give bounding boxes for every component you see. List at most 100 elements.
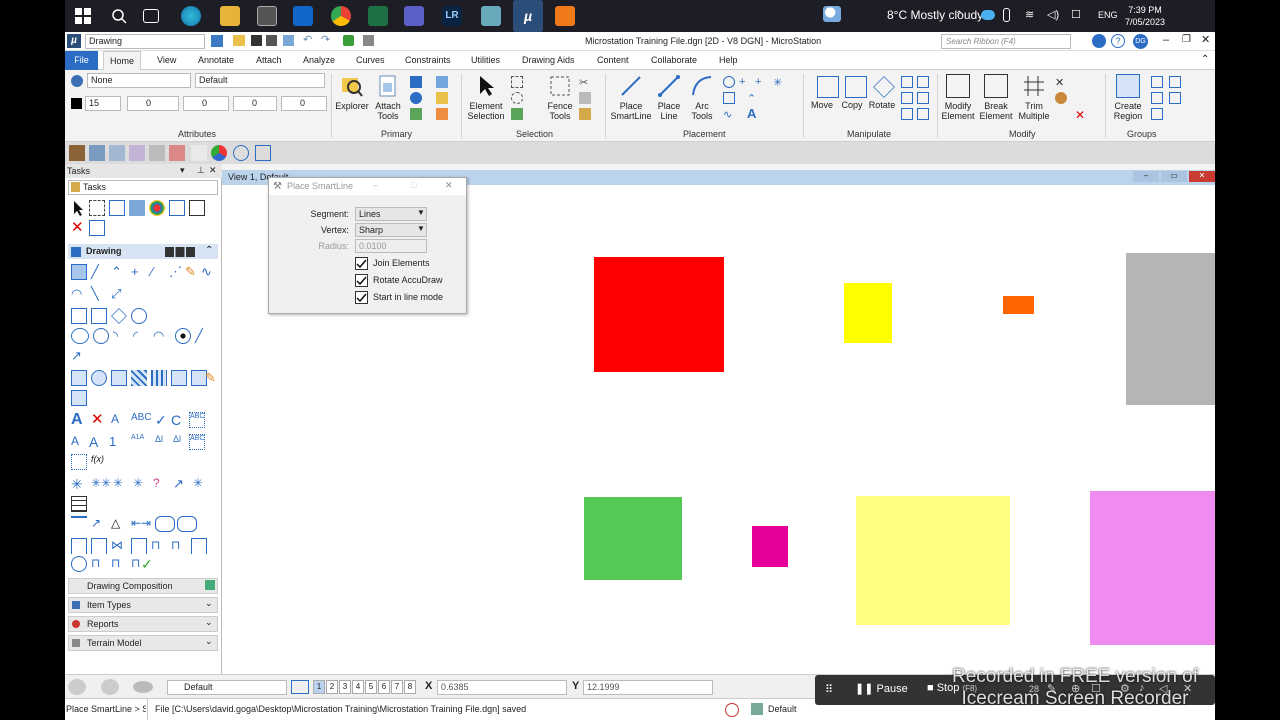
volume-icon[interactable]: ◁) xyxy=(1047,8,1061,22)
text-delete-tool-icon[interactable]: ✕ xyxy=(91,412,107,428)
dimension-triangle-tool-icon[interactable]: △ xyxy=(111,516,127,532)
pin-icon[interactable] xyxy=(343,35,354,46)
table-tool-icon[interactable] xyxy=(71,496,87,512)
dimension-stack-tool-icon[interactable]: ⋈ xyxy=(111,538,127,554)
view-button-1[interactable]: 1 xyxy=(313,680,325,694)
help-icon[interactable]: ? xyxy=(1111,34,1125,48)
drawing-task-header[interactable]: Drawing xyxy=(68,244,218,259)
battery-icon[interactable] xyxy=(1003,8,1010,22)
half-ellipse-tool-icon[interactable]: ◠ xyxy=(153,328,169,344)
cloud-icon[interactable] xyxy=(233,145,249,161)
section-drawing-composition[interactable]: Drawing Composition xyxy=(68,578,218,594)
edit-pattern-tool-icon[interactable]: ✎ xyxy=(205,370,221,386)
transparency-combo[interactable]: 0 xyxy=(233,96,277,111)
align-icon[interactable] xyxy=(917,92,929,104)
pattern-tool-icon[interactable] xyxy=(151,370,167,386)
teams-icon[interactable] xyxy=(404,6,424,26)
user-avatar[interactable]: DG xyxy=(1133,34,1148,49)
array-icon[interactable] xyxy=(917,76,929,88)
notification-bell-icon[interactable] xyxy=(1092,34,1106,48)
color-swatch-icon[interactable] xyxy=(71,98,82,109)
element-selection-tool-icon[interactable] xyxy=(71,200,87,216)
dimension-reassociate-tool-icon[interactable]: ⊓ xyxy=(91,556,107,572)
references-icon[interactable] xyxy=(436,76,448,88)
workflow-selector[interactable]: Drawing xyxy=(85,34,205,49)
dimension-arc-tool-icon[interactable]: ⊓ xyxy=(171,538,187,554)
multipoint-icon[interactable]: + xyxy=(755,76,767,88)
text-icon[interactable]: A xyxy=(747,106,759,121)
close-panel-icon[interactable]: ✕ xyxy=(209,165,217,176)
excel-icon[interactable] xyxy=(368,6,388,26)
ungroup-icon[interactable] xyxy=(1169,76,1181,88)
smartline-tool-icon[interactable] xyxy=(71,264,87,280)
check-spelling-tool-icon[interactable]: ✓ xyxy=(155,412,171,428)
wave-tool-icon[interactable]: ∿ xyxy=(201,264,217,280)
pin-panel-icon[interactable]: ⊥ xyxy=(197,165,205,176)
search-icon[interactable] xyxy=(109,6,129,26)
quarter-ellipse-tool-icon[interactable]: ╱ xyxy=(195,328,211,344)
scale-icon[interactable] xyxy=(901,76,913,88)
view-button-5[interactable]: 5 xyxy=(365,680,377,694)
priority-combo[interactable]: 0 xyxy=(281,96,327,111)
fill-icon[interactable] xyxy=(191,145,207,161)
join-elements-checkbox[interactable] xyxy=(355,257,368,270)
multiline-tool-icon[interactable]: ⌃ xyxy=(111,264,127,280)
tab-file[interactable]: File xyxy=(65,51,98,70)
measure-tool-icon[interactable] xyxy=(129,200,145,216)
file-explorer-icon[interactable] xyxy=(220,6,240,26)
dimension-baseline-tool-icon[interactable] xyxy=(191,538,207,554)
break-element-button[interactable]: Break Element xyxy=(979,74,1013,121)
tab-curves[interactable]: Curves xyxy=(356,55,385,65)
modify-arc-radius-tool-icon[interactable] xyxy=(175,328,191,344)
place-text-tool-icon[interactable]: A xyxy=(71,412,87,428)
radius-input[interactable]: 0.0100 xyxy=(355,239,427,253)
place-smartline-button[interactable]: Place SmartLine xyxy=(609,74,653,121)
move-button[interactable]: Move xyxy=(807,100,837,110)
view-button-8[interactable]: 8 xyxy=(404,680,416,694)
dialog-close-button[interactable]: ✕ xyxy=(445,180,453,191)
windows-start-icon[interactable] xyxy=(73,6,93,26)
language-indicator[interactable]: ENG xyxy=(1098,10,1118,20)
dialog-maximize-button[interactable]: □ xyxy=(411,180,416,190)
dimension-chain-tool-icon[interactable] xyxy=(91,538,107,554)
cell-move-tool-icon[interactable]: ↗ xyxy=(173,476,189,492)
tasks-icon[interactable] xyxy=(410,108,422,120)
copy-clipboard-icon[interactable] xyxy=(579,92,591,104)
magenta-square[interactable] xyxy=(752,526,788,567)
save-icon[interactable] xyxy=(251,35,262,46)
weather-text[interactable]: 8°C Mostly cloudy xyxy=(887,8,983,22)
block-tool-icon[interactable] xyxy=(71,308,87,324)
cell-array-tool-icon[interactable]: ✳✳ xyxy=(91,476,111,492)
select-all-icon[interactable] xyxy=(511,76,523,88)
cell-icon[interactable]: ✳ xyxy=(773,76,785,89)
view-button-2[interactable]: 2 xyxy=(326,680,338,694)
text-path-tool-icon[interactable]: A xyxy=(111,412,127,428)
curve-icon[interactable]: ∿ xyxy=(723,108,735,121)
views-icon[interactable] xyxy=(133,681,153,693)
view-mode-icons[interactable] xyxy=(165,247,195,257)
rotate-accudraw-checkbox[interactable] xyxy=(355,274,368,287)
chevron-down-icon[interactable]: ▾ xyxy=(180,165,185,176)
rectangle-icon[interactable] xyxy=(723,92,735,104)
app-icon[interactable] xyxy=(481,6,501,26)
clock[interactable]: 7:39 PM 7/05/2023 xyxy=(1125,4,1165,28)
query-icon[interactable] xyxy=(129,145,145,161)
curve-tool-icon[interactable]: ⋰ xyxy=(169,264,185,280)
fence-tools-button[interactable]: Fence Tools xyxy=(539,74,581,121)
text-node-tool-icon[interactable]: Δl xyxy=(155,434,171,450)
text-align-tool-icon[interactable]: A xyxy=(89,434,105,450)
section-reports[interactable]: Reports ⌄ xyxy=(68,616,218,632)
view-close-button[interactable]: ✕ xyxy=(1189,171,1215,182)
fence-tool-icon[interactable] xyxy=(89,200,105,216)
green-square[interactable] xyxy=(584,497,682,580)
dialog-minimize-button[interactable]: – xyxy=(373,180,378,190)
snap-mode-icon[interactable] xyxy=(725,703,739,717)
text-increment-tool-icon[interactable]: A1A xyxy=(131,434,147,450)
store-icon[interactable] xyxy=(257,6,277,26)
section-item-types[interactable]: Item Types ⌄ xyxy=(68,597,218,613)
snap-icon[interactable] xyxy=(109,145,125,161)
pencil-tool-icon[interactable]: ✎ xyxy=(185,264,201,280)
orange-rectangle[interactable] xyxy=(1003,296,1034,314)
chevron-icon[interactable]: ⌃ xyxy=(747,92,759,105)
copy-tool-icon[interactable] xyxy=(169,200,185,216)
